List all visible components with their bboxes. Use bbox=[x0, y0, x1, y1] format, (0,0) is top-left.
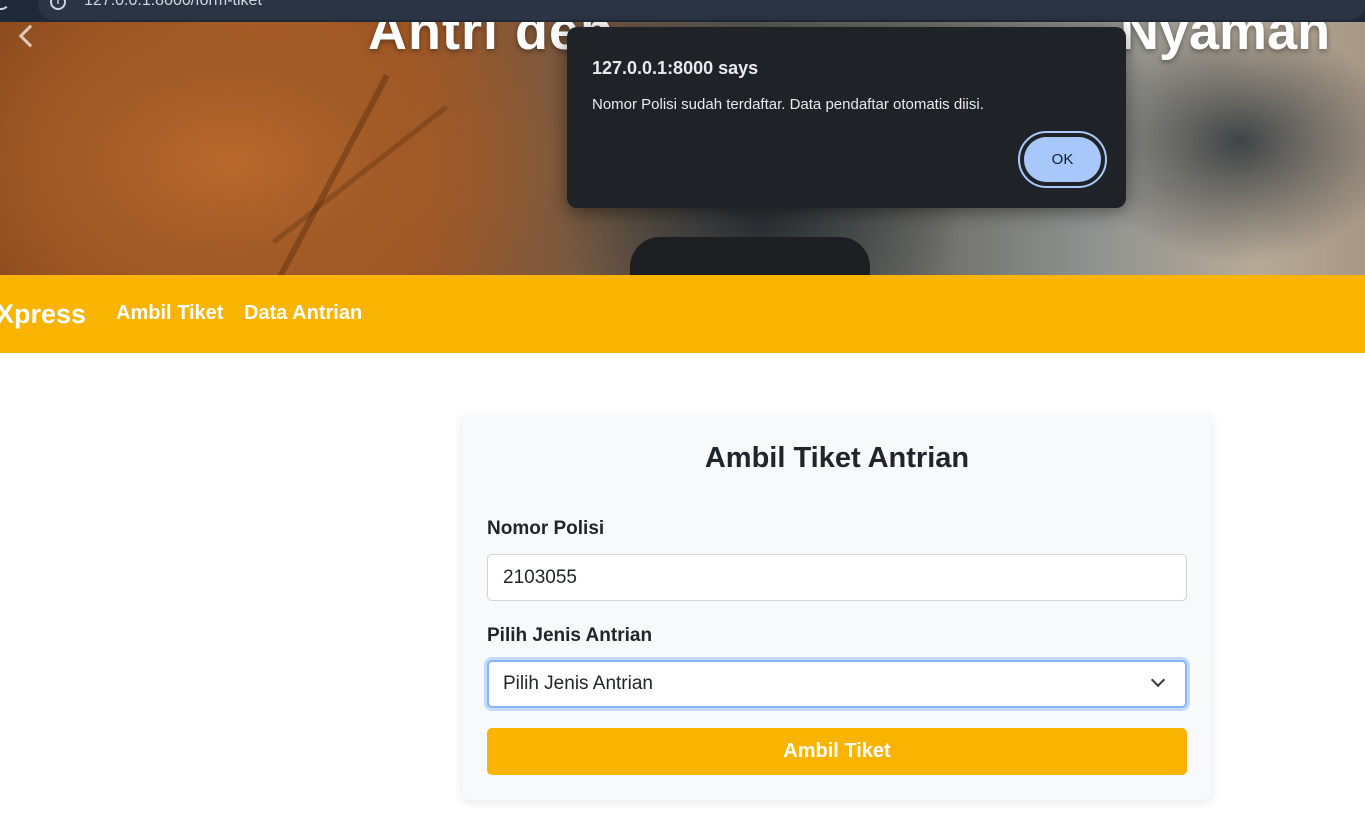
jenis-antrian-selected: Pilih Jenis Antrian bbox=[503, 673, 653, 694]
nomor-polisi-input[interactable]: 2103055 bbox=[487, 554, 1187, 601]
ok-button-focus-ring: OK bbox=[1018, 131, 1107, 188]
navbar: Xpress Ambil Tiket Data Antrian bbox=[0, 275, 1365, 353]
jenis-antrian-select[interactable]: Pilih Jenis Antrian bbox=[487, 660, 1187, 708]
brand-logo[interactable]: Xpress bbox=[0, 299, 86, 330]
dialog-title: 127.0.0.1:8000 says bbox=[592, 58, 759, 78]
ok-button[interactable]: OK bbox=[1024, 137, 1101, 182]
form-title: Ambil Tiket Antrian bbox=[704, 442, 970, 474]
nav-link-ambil-tiket[interactable]: Ambil Tiket bbox=[116, 302, 223, 325]
chevron-down-icon bbox=[1150, 672, 1166, 688]
nomor-polisi-label: Nomor Polisi bbox=[487, 518, 605, 539]
dialog-message: Nomor Polisi sudah terdaftar. Data penda… bbox=[592, 96, 984, 113]
ambil-tiket-button[interactable]: Ambil Tiket bbox=[487, 728, 1187, 775]
url-text[interactable]: 127.0.0.1:8000/form-tiket bbox=[84, 0, 262, 10]
nav-link-data-antrian[interactable]: Data Antrian bbox=[244, 302, 362, 325]
reload-icon[interactable] bbox=[0, 0, 10, 10]
hero-title-end: Nyaman bbox=[1120, 22, 1331, 61]
jenis-antrian-label: Pilih Jenis Antrian bbox=[487, 625, 653, 646]
alert-dialog: 127.0.0.1:8000 says Nomor Polisi sudah t… bbox=[567, 27, 1126, 208]
ticket-form-card: Ambil Tiket Antrian Nomor Polisi 2103055… bbox=[462, 414, 1212, 800]
browser-toolbar: i 127.0.0.1:8000/form-tiket bbox=[0, 0, 1365, 22]
